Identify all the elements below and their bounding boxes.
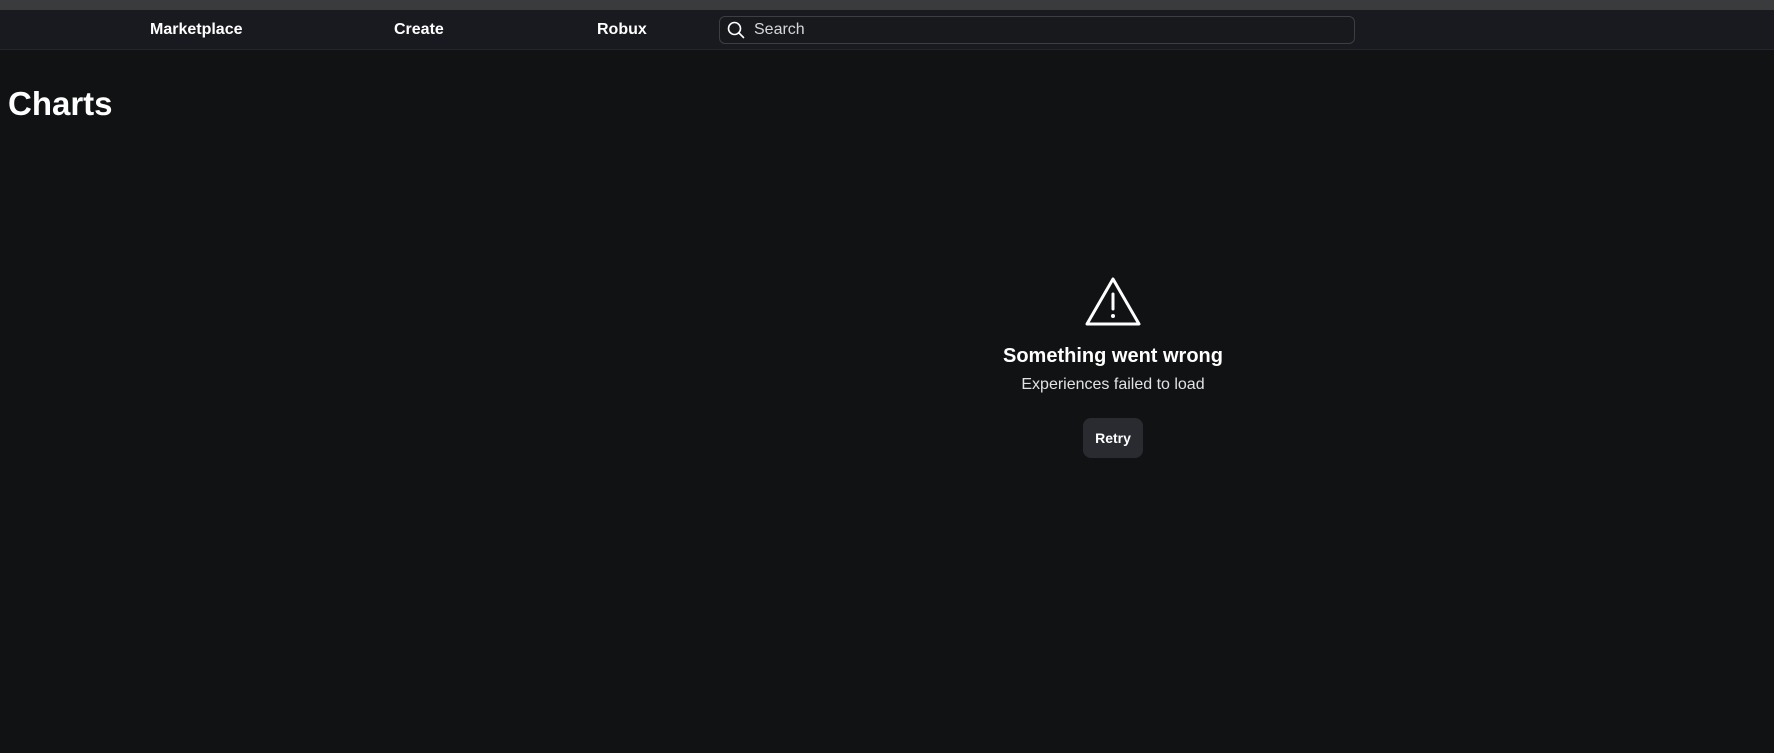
warning-triangle-icon xyxy=(1085,277,1141,326)
page-title: Charts xyxy=(8,85,113,122)
nav-link-marketplace[interactable]: Marketplace xyxy=(150,10,243,50)
error-title: Something went wrong xyxy=(1003,345,1223,367)
search-input[interactable] xyxy=(746,18,1354,42)
browser-top-strip xyxy=(0,0,1774,10)
search-icon xyxy=(726,20,746,40)
search-box[interactable] xyxy=(719,16,1355,44)
retry-button[interactable]: Retry xyxy=(1083,418,1143,458)
nav-link-create[interactable]: Create xyxy=(394,10,444,50)
error-message: Experiences failed to load xyxy=(1021,376,1205,393)
nav-link-robux[interactable]: Robux xyxy=(597,10,647,50)
error-panel: Something went wrong Experiences failed … xyxy=(913,276,1313,458)
top-navbar: Marketplace Create Robux xyxy=(0,10,1774,50)
